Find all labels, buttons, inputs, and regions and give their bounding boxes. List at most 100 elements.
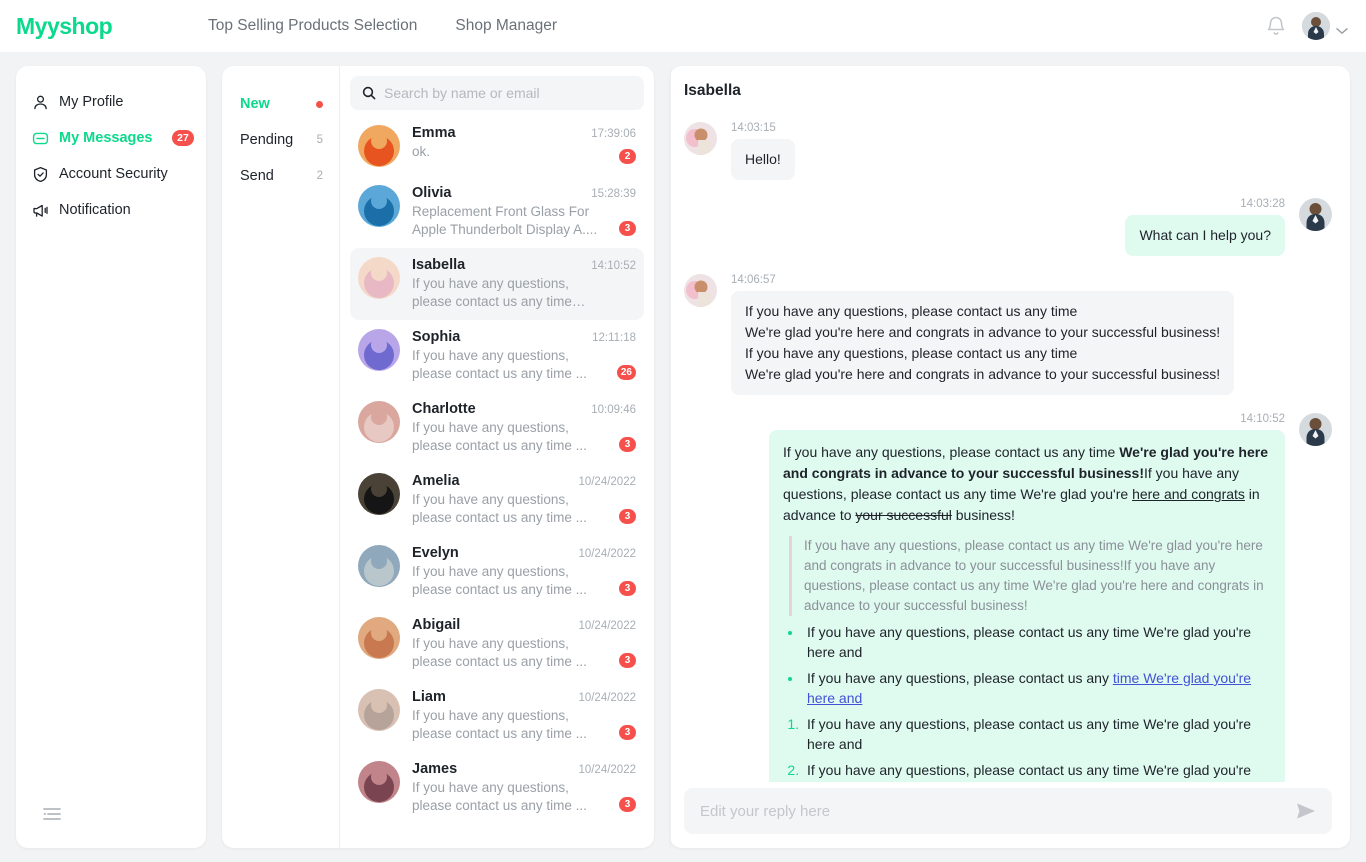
contact-name: Olivia <box>412 185 452 201</box>
conversation-list[interactable]: Emma 17:39:06 ok. 2 Olivia 15:28:39 Replacemen… <box>350 116 644 848</box>
sidebar-label: My Profile <box>59 94 124 110</box>
folder-count: 2 <box>316 170 323 182</box>
timestamp: 17:39:06 <box>591 128 636 140</box>
folder-label: Send <box>240 168 274 184</box>
message-bubble: Hello! <box>731 139 795 180</box>
list-item[interactable]: Charlotte 10:09:46 If you have any questio… <box>350 392 644 464</box>
avatar <box>684 274 717 307</box>
list-item[interactable]: Liam 10/24/2022 If you have any questions,… <box>350 680 644 752</box>
list-item[interactable]: Amelia 10/24/2022 If you have any question… <box>350 464 644 536</box>
list-item-header: Abigail 10/24/2022 <box>412 617 636 633</box>
timestamp: 10/24/2022 <box>578 476 636 488</box>
avatar <box>358 617 400 659</box>
user-menu[interactable] <box>1302 12 1348 40</box>
reply-composer[interactable] <box>684 788 1332 834</box>
timestamp: 10:09:46 <box>591 404 636 416</box>
bell-icon[interactable] <box>1266 15 1286 37</box>
topbar-actions <box>1266 0 1348 52</box>
rich-text-strikethrough: your successful <box>855 507 952 523</box>
unread-badge: 3 <box>619 221 636 236</box>
list-item[interactable]: Sophia 12:11:18 If you have any questions,… <box>350 320 644 392</box>
bubble-wrap: 14:03:15 Hello! <box>731 122 795 180</box>
message-bubble-rich: If you have any questions, please contac… <box>769 430 1285 782</box>
list-item: If you have any questions, please contac… <box>803 668 1269 708</box>
message-bubble: If you have any questions, please contac… <box>731 291 1235 395</box>
page-body: My Profile My Messages 27 Account Securi… <box>0 52 1366 862</box>
list-item[interactable]: James 10/24/2022 If you have any questions… <box>350 752 644 824</box>
list-item-header: Isabella 14:10:52 <box>412 257 636 273</box>
search-box[interactable] <box>350 76 644 110</box>
timestamp: 10/24/2022 <box>578 620 636 632</box>
message-bubble: What can I help you? <box>1125 215 1285 256</box>
message-preview: If you have any questions, please contac… <box>412 492 587 525</box>
reply-input[interactable] <box>700 802 1296 820</box>
contact-name: Abigail <box>412 617 461 633</box>
folder-label: Pending <box>240 132 294 148</box>
send-icon[interactable] <box>1296 802 1316 820</box>
timestamp: 12:11:18 <box>592 332 636 344</box>
chevron-down-icon[interactable] <box>1336 22 1348 34</box>
top-navigation-bar: Myyshop Top Selling Products Selection S… <box>0 0 1366 52</box>
collapse-sidebar-icon[interactable] <box>42 806 62 822</box>
avatar <box>358 761 400 803</box>
conversation-list-column: Emma 17:39:06 ok. 2 Olivia 15:28:39 Replacemen… <box>340 66 654 848</box>
timestamp: 10/24/2022 <box>578 692 636 704</box>
status-badge: 27 <box>172 130 194 146</box>
folder-label: New <box>240 96 270 112</box>
contact-name: James <box>412 761 458 777</box>
list-item: If you have any questions, please contac… <box>803 714 1269 754</box>
avatar <box>358 257 400 299</box>
messages-panel: New Pending 5 Send 2 Emma17:39: <box>222 66 654 848</box>
list-item-body: Emma 17:39:06 ok. <box>412 125 636 167</box>
message-preview: If you have any questions, please contac… <box>412 708 587 741</box>
contact-name: Isabella <box>412 257 466 273</box>
top-nav-links: Top Selling Products Selection Shop Mana… <box>208 17 557 35</box>
avatar <box>1299 198 1332 231</box>
timestamp: 14:06:57 <box>731 274 776 286</box>
folder-pending[interactable]: Pending 5 <box>222 122 339 158</box>
list-item-header: Sophia 12:11:18 <box>412 329 636 345</box>
list-item[interactable]: Abigail 10/24/2022 If you have any questio… <box>350 608 644 680</box>
nav-shop-manager[interactable]: Shop Manager <box>455 17 557 35</box>
panel-divider <box>670 66 671 848</box>
list-item[interactable]: Isabella 14:10:52 If you have any question… <box>350 248 644 320</box>
folder-send[interactable]: Send 2 <box>222 158 339 194</box>
sidebar-item-notification[interactable]: Notification <box>16 192 206 228</box>
message-preview: If you have any questions, please contac… <box>412 348 587 381</box>
brand-logo[interactable]: Myyshop <box>16 13 166 40</box>
unread-badge: 3 <box>619 509 636 524</box>
list-item: If you have any questions, please contac… <box>803 622 1269 662</box>
sidebar-label: Account Security <box>59 166 168 182</box>
rich-paragraph: If you have any questions, please contac… <box>783 442 1269 526</box>
sidebar-item-my-messages[interactable]: My Messages 27 <box>16 120 206 156</box>
blockquote: If you have any questions, please contac… <box>789 536 1269 616</box>
contact-name: Charlotte <box>412 401 476 417</box>
sidebar-item-account-security[interactable]: Account Security <box>16 156 206 192</box>
list-item[interactable]: Olivia 15:28:39 Replacement Front Glass Fo… <box>350 176 644 248</box>
list-item[interactable]: Emma 17:39:06 ok. 2 <box>350 116 644 176</box>
list-item-header: James 10/24/2022 <box>412 761 636 777</box>
sidebar-item-my-profile[interactable]: My Profile <box>16 84 206 120</box>
rich-text-underline: here and congrats <box>1132 486 1245 502</box>
list-item-body: Liam 10/24/2022 If you have any questions,… <box>412 689 636 743</box>
unread-badge: 3 <box>619 725 636 740</box>
contact-name: Emma <box>412 125 456 141</box>
bubble-wrap: 14:06:57 If you have any questions, plea… <box>731 274 1235 395</box>
list-item[interactable]: Evelyn 10/24/2022 If you have any question… <box>350 536 644 608</box>
message-preview: If you have any questions, please contac… <box>412 420 587 453</box>
chat-message-outgoing-rich: 14:10:52 If you have any questions, plea… <box>684 413 1332 782</box>
timestamp: 10/24/2022 <box>578 764 636 776</box>
rich-text-plain: business! <box>951 507 1015 523</box>
list-item-header: Olivia 15:28:39 <box>412 185 636 201</box>
user-icon <box>32 94 49 111</box>
avatar <box>358 125 400 167</box>
folder-new[interactable]: New <box>222 86 339 122</box>
list-item-header: Liam 10/24/2022 <box>412 689 636 705</box>
unread-badge: 3 <box>619 581 636 596</box>
list-item-header: Evelyn 10/24/2022 <box>412 545 636 561</box>
list-item-body: James 10/24/2022 If you have any questions… <box>412 761 636 815</box>
avatar <box>358 329 400 371</box>
search-input[interactable] <box>384 85 632 101</box>
numbered-list: If you have any questions, please contac… <box>803 714 1269 782</box>
nav-top-selling-products[interactable]: Top Selling Products Selection <box>208 17 417 35</box>
